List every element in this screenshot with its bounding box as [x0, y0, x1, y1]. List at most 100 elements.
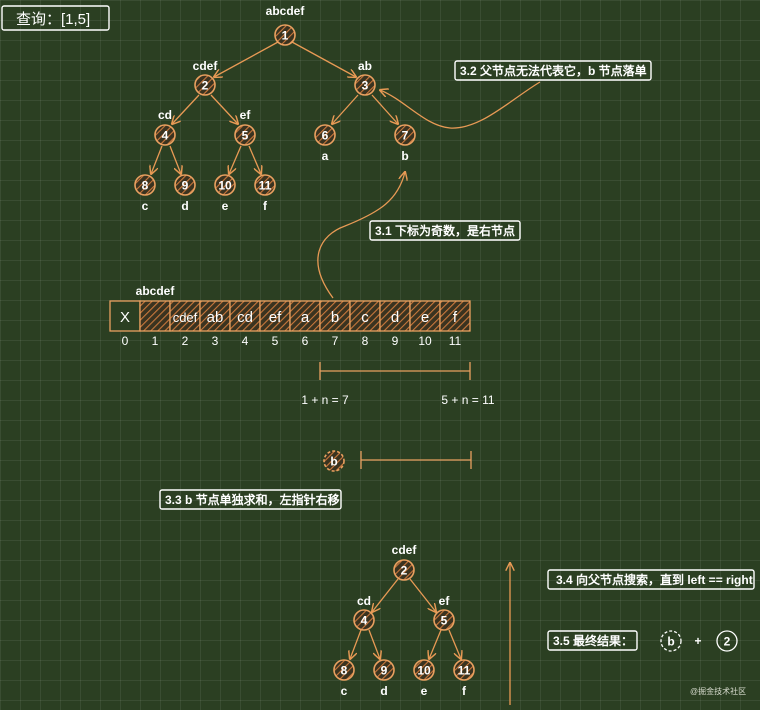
subtree-node-10: 10 e [413, 659, 435, 698]
b-node-isolated: b [323, 450, 345, 472]
note-3-2: 3.2 父节点无法代表它，b 节点落单 [454, 60, 652, 81]
node-number: 9 [381, 664, 388, 678]
array-cell-6: a 6 [289, 300, 321, 348]
edge-2-5 [210, 94, 238, 124]
node-number: 1 [282, 29, 289, 43]
cell-index: 10 [418, 334, 432, 348]
range-bracket-moved [360, 451, 472, 469]
node-label: b [401, 149, 408, 163]
cell-value: b [331, 309, 339, 326]
node-label: c [142, 199, 149, 213]
array-cell-4: cd 4 [229, 300, 261, 348]
result-op: + [694, 634, 701, 648]
edge-2-4 [172, 94, 200, 124]
node-number: 11 [259, 179, 272, 193]
node-number: 2 [401, 564, 408, 578]
edge-3-7 [371, 94, 398, 124]
segment-array: abcdef X 0 1 cdef 2 ab 3 cd 4 ef 5 a 6 b… [109, 284, 471, 348]
cell-value: ef [269, 309, 282, 326]
node-number: 11 [458, 664, 471, 678]
note-3-5: 3.5 最终结果： [547, 630, 638, 651]
tree-node-6: 6 a [314, 124, 336, 163]
cell-index: 4 [242, 334, 249, 348]
edge-3-6 [332, 94, 359, 124]
cell-index: 2 [182, 334, 189, 348]
node-number: 5 [242, 129, 249, 143]
node-number: 10 [218, 179, 232, 193]
tree-node-1: abcdef 1 [266, 4, 306, 46]
cell-index: 8 [362, 334, 369, 348]
svg-text:b: b [330, 455, 337, 469]
tree-node-11: 11 f [254, 174, 276, 213]
subtree-node-11: 11 f [453, 659, 475, 698]
array-cell-9: d 9 [379, 300, 411, 348]
cell-value: c [361, 309, 369, 326]
edge-5-10 [229, 145, 242, 174]
edge-1-3 [291, 41, 356, 77]
result-right: 2 [724, 635, 731, 649]
node-label: d [181, 199, 188, 213]
svg-text:3.1 下标为奇数，是右节点: 3.1 下标为奇数，是右节点 [375, 223, 515, 238]
tree-node-5: ef 5 [234, 108, 256, 146]
node-label: abcdef [266, 4, 306, 18]
query-title: 查询：[1,5] [1, 5, 110, 31]
note-3-4: 3.4 向父节点搜索，直到 left == right [547, 569, 755, 590]
node-number: 4 [361, 614, 368, 628]
edge-5-11 [248, 145, 261, 174]
node-label: a [322, 149, 329, 163]
node-label: f [263, 199, 268, 213]
node-label: ef [240, 108, 252, 122]
svg-text:3.3 b 节点单独求和，左指针右移: 3.3 b 节点单独求和，左指针右移 [165, 492, 340, 507]
node-label: c [341, 684, 348, 698]
node-number: 9 [182, 179, 189, 193]
arrow-3-2-to-node-3 [380, 81, 541, 129]
subtree-node-2: cdef 2 [392, 543, 418, 581]
cell-value: cd [237, 309, 253, 326]
range-bracket-initial: 1 + n = 7 5 + n = 11 [301, 362, 495, 407]
node-number: 5 [441, 614, 448, 628]
array-cell-3: ab 3 [199, 300, 231, 348]
node-label: ab [358, 59, 372, 73]
cell-value: e [421, 309, 429, 326]
segment-subtree: cdef 2 cd 4 ef 5 8 c 9 d 10 e 11 f [333, 543, 475, 698]
node-label: cdef [392, 543, 418, 557]
note-3-1: 3.1 下标为奇数，是右节点 [369, 220, 521, 241]
tree-node-9: 9 d [174, 174, 196, 213]
array-cell-7: b 7 [319, 300, 351, 348]
node-number: 4 [162, 129, 169, 143]
node-label: cdef [193, 59, 219, 73]
result-expression: b + 2 [660, 630, 738, 652]
node-number: 7 [402, 129, 409, 143]
array-cell-8: c 8 [349, 300, 381, 348]
node-label: ef [439, 594, 451, 608]
tree-node-8: 8 c [134, 174, 156, 213]
svg-text:3.2 父节点无法代表它，b 节点落单: 3.2 父节点无法代表它，b 节点落单 [460, 63, 647, 78]
cell-index: 0 [122, 334, 129, 348]
cell-value: d [391, 309, 399, 326]
range-right-label: 5 + n = 11 [441, 393, 494, 407]
tree-node-7: 7 b [394, 124, 416, 163]
array-cell-11: f 11 [439, 300, 471, 348]
node-label: cd [357, 594, 371, 608]
diagram-board: 查询：[1,5] abcdef 1 cdef 2 ab 3 cd 4 ef 5 … [1, 4, 755, 705]
cell-index: 6 [302, 334, 309, 348]
tree-node-10: 10 e [214, 174, 236, 213]
node-label: e [222, 199, 229, 213]
tree-node-4: cd 4 [154, 108, 176, 146]
node-label: cd [158, 108, 172, 122]
cell-index: 5 [272, 334, 279, 348]
watermark: @掘金技术社区 [690, 686, 746, 696]
node-number: 3 [362, 79, 369, 93]
node-number: 10 [417, 664, 431, 678]
array-cell-10: e 10 [409, 300, 441, 348]
array-cell-1: 1 [139, 300, 171, 348]
cell-value: ab [207, 309, 224, 326]
cell-index: 1 [152, 334, 159, 348]
query-title-text: 查询：[1,5] [16, 11, 90, 28]
array-cell-2: cdef 2 [169, 300, 201, 348]
subtree-node-5: ef 5 [433, 594, 455, 631]
cell-index: 9 [392, 334, 399, 348]
node-label: f [462, 684, 467, 698]
subtree-node-8: 8 c [333, 659, 355, 698]
node-number: 6 [322, 129, 329, 143]
